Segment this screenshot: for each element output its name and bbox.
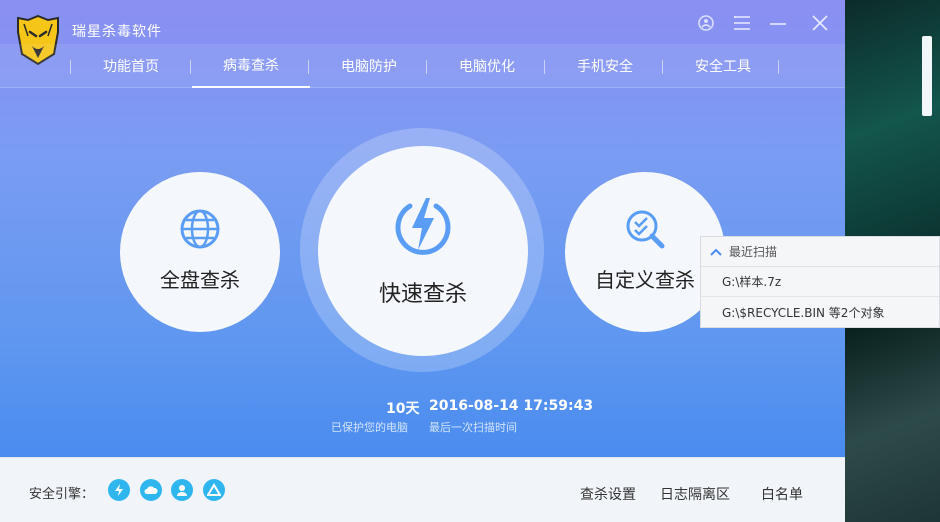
- close-button[interactable]: [809, 12, 831, 34]
- scan-settings-link[interactable]: 查杀设置: [580, 484, 636, 504]
- recent-scan-title: 最近扫描: [729, 245, 778, 259]
- app-title: 瑞星杀毒软件: [72, 24, 162, 40]
- menu-icon: [734, 16, 750, 30]
- close-icon: [812, 15, 828, 31]
- recent-scan-panel: 最近扫描 G:\样本.7z G:\$RECYCLE.BIN 等2个对象: [700, 236, 940, 328]
- last-scan-time-label: 最后一次扫描时间: [429, 421, 517, 434]
- nav-divider: [70, 60, 71, 74]
- recent-scan-item[interactable]: G:\$RECYCLE.BIN 等2个对象: [701, 297, 939, 327]
- quick-scan-button[interactable]: 快速查杀: [318, 146, 528, 356]
- engine-lightning-button[interactable]: [108, 479, 130, 501]
- tab-home[interactable]: 功能首页: [72, 44, 190, 88]
- protected-days-label: 已保护您的电脑: [331, 421, 408, 434]
- desktop-scrollbar[interactable]: [922, 36, 932, 116]
- nav-divider: [190, 60, 191, 74]
- nav-divider: [308, 60, 309, 74]
- bottom-bar: 安全引擎： 查杀设置 日志隔离区 白名单: [0, 457, 845, 522]
- custom-scan-label: 自定义查杀: [595, 268, 695, 292]
- quick-scan-label: 快速查杀: [378, 282, 467, 307]
- protection-stats: 10天 已保护您的电脑 2016-08-14 17:59:43 最后一次扫描时间: [0, 398, 845, 438]
- engine-drive-button[interactable]: [203, 479, 225, 501]
- nav-divider: [426, 60, 427, 74]
- nav-divider: [778, 60, 779, 74]
- protected-days-value: 10天: [386, 401, 420, 417]
- lightning-icon: [115, 484, 123, 496]
- engine-user-button[interactable]: [171, 479, 193, 501]
- main-nav: 功能首页 病毒查杀 电脑防护 电脑优化 手机安全 安全工具: [0, 44, 845, 88]
- minimize-icon: [770, 23, 786, 25]
- full-scan-label: 全盘查杀: [160, 268, 240, 292]
- log-quarantine-link[interactable]: 日志隔离区: [660, 484, 730, 504]
- tab-pc-optimize[interactable]: 电脑优化: [428, 44, 546, 88]
- whitelist-link[interactable]: 白名单: [761, 484, 803, 504]
- minimize-button[interactable]: [767, 12, 789, 34]
- chevron-up-icon: [710, 248, 722, 256]
- full-scan-button[interactable]: 全盘查杀: [120, 172, 280, 332]
- cloud-icon: [144, 486, 158, 494]
- security-engine-label: 安全引擎：: [29, 487, 95, 502]
- triangle-icon: [207, 483, 221, 496]
- user-icon: [698, 15, 714, 31]
- tab-security-tools[interactable]: 安全工具: [664, 44, 782, 88]
- account-button[interactable]: [695, 12, 717, 34]
- tab-virus-scan[interactable]: 病毒查杀: [192, 44, 310, 88]
- recent-scan-item[interactable]: G:\样本.7z: [701, 267, 939, 297]
- tab-pc-protection[interactable]: 电脑防护: [310, 44, 428, 88]
- nav-divider: [662, 60, 663, 74]
- last-scan-time-value: 2016-08-14 17:59:43: [429, 398, 594, 414]
- engine-cloud-button[interactable]: [140, 479, 162, 501]
- recent-scan-header[interactable]: 最近扫描: [701, 237, 939, 267]
- user-icon: [177, 485, 187, 496]
- globe-icon: [180, 209, 220, 249]
- menu-button[interactable]: [731, 12, 753, 34]
- lightning-power-icon: [395, 198, 451, 255]
- nav-divider: [544, 60, 545, 74]
- magnifier-check-icon: [626, 210, 665, 249]
- tab-mobile-security[interactable]: 手机安全: [546, 44, 664, 88]
